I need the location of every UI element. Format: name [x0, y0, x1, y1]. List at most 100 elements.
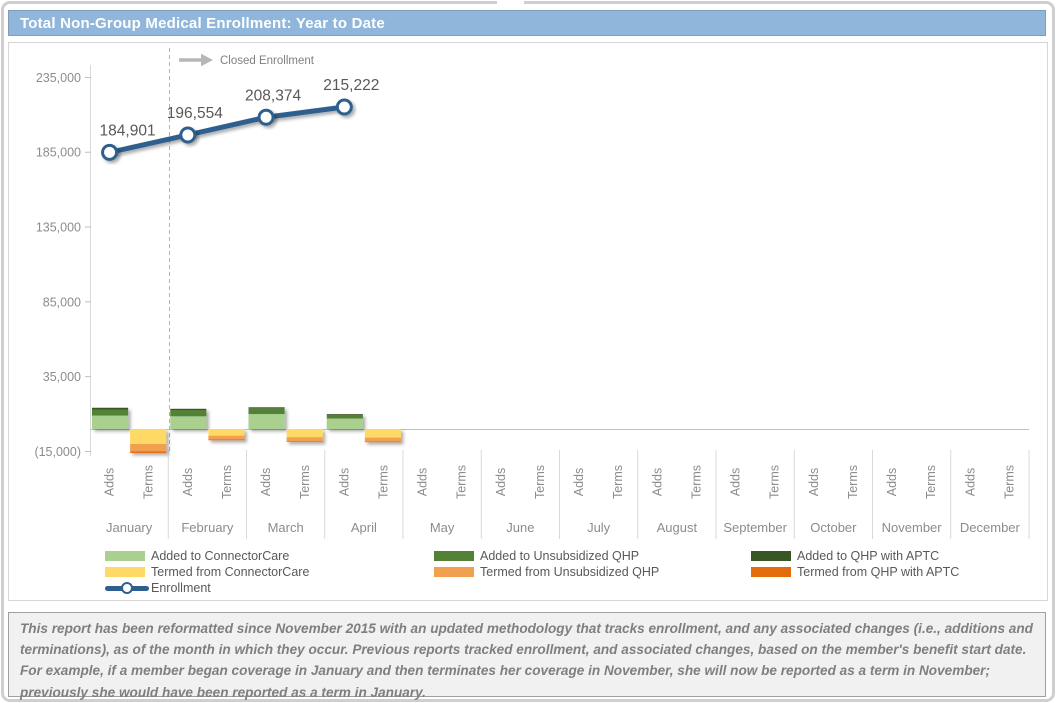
column-label-adds-september: Adds [729, 468, 743, 497]
month-label-november: November [882, 520, 943, 535]
enrollment-value-label: 184,901 [100, 122, 156, 139]
bar-termed-from-unsubsidized-qhp-march [287, 437, 323, 441]
column-label-adds-april: Adds [337, 468, 351, 497]
enrollment-point-february [181, 128, 195, 142]
bar-termed-from-qhp-with-aptc-march [287, 441, 323, 442]
bar-termed-from-qhp-with-aptc-april [365, 442, 401, 443]
column-label-terms-may: Terms [455, 465, 469, 499]
legend-label: Added to Unsubsidized QHP [480, 549, 639, 563]
column-label-terms-april: Terms [376, 465, 390, 499]
bar-termed-from-unsubsidized-qhp-april [365, 438, 401, 442]
footnote-box: This report has been reformatted since N… [8, 612, 1046, 697]
column-label-terms-october: Terms [846, 465, 860, 499]
enrollment-point-january [103, 145, 117, 159]
bar-termed-from-connectorcare-april [365, 429, 401, 438]
y-axis-label: 135,000 [36, 221, 81, 235]
column-label-adds-october: Adds [807, 468, 821, 497]
y-axis-label: 85,000 [43, 295, 81, 309]
column-label-adds-january: Adds [103, 468, 117, 497]
page-title: Total Non-Group Medical Enrollment: Year… [9, 15, 385, 32]
y-axis-label: 35,000 [43, 370, 81, 384]
legend-swatch-icon [751, 567, 791, 577]
bar-termed-from-unsubsidized-qhp-february [208, 436, 244, 440]
legend-label: Termed from Unsubsidized QHP [480, 565, 659, 579]
bar-added-to-qhp-with-aptc-january [92, 408, 128, 410]
month-label-january: January [106, 520, 153, 535]
bar-termed-from-qhp-with-aptc-january [130, 451, 166, 452]
enrollment-chart-plot: 235,000 185,000 135,000 85,000 35,000 (15,000… [9, 43, 1049, 602]
legend-item-termed-from-qhp-with-aptc: Termed from QHP with APTC [751, 564, 1039, 580]
bar-termed-from-qhp-with-aptc-february [208, 439, 244, 440]
column-label-terms-december: Terms [1002, 465, 1016, 499]
footnote-text: This report has been reformatted since N… [20, 618, 1034, 703]
bar-added-to-qhp-with-aptc-march [249, 407, 285, 408]
page-border-notch [497, 0, 524, 6]
column-label-terms-july: Terms [611, 465, 625, 499]
enrollment-point-march [259, 110, 273, 124]
month-label-august: August [657, 520, 698, 535]
bar-termed-from-unsubsidized-qhp-january [130, 444, 166, 451]
legend-label: Termed from QHP with APTC [797, 565, 959, 579]
closed-enrollment-arrowhead [201, 54, 213, 66]
legend-swatch-icon [751, 551, 791, 561]
legend-swatch-icon [105, 567, 145, 577]
enrollment-value-label: 215,222 [323, 77, 379, 94]
bar-termed-from-connectorcare-february [208, 429, 244, 436]
column-label-adds-december: Adds [963, 468, 977, 497]
bar-added-to-unsubsidized-qhp-april [327, 415, 363, 419]
bar-added-to-unsubsidized-qhp-february [170, 410, 206, 416]
month-label-march: March [268, 520, 304, 535]
column-label-adds-july: Adds [572, 468, 586, 497]
legend-item-enrollment: Enrollment [105, 580, 434, 596]
legend-label: Enrollment [151, 581, 211, 595]
chart-legend: Added to ConnectorCare Added to Unsubsidi… [105, 548, 1039, 596]
enrollment-value-label: 208,374 [245, 87, 301, 104]
legend-swatch-icon [434, 551, 474, 561]
enrollment-value-label: 196,554 [167, 105, 223, 122]
closed-enrollment-label: Closed Enrollment [220, 55, 315, 67]
bar-added-to-unsubsidized-qhp-march [249, 408, 285, 414]
column-label-adds-august: Adds [650, 468, 664, 497]
bar-termed-from-connectorcare-march [287, 429, 323, 437]
legend-swatch-icon [434, 567, 474, 577]
column-label-terms-november: Terms [924, 465, 938, 499]
bars-group [92, 407, 401, 453]
column-label-adds-june: Adds [494, 468, 508, 497]
bar-added-to-connectorcare-april [327, 419, 363, 429]
month-label-july: July [587, 520, 611, 535]
bar-added-to-connectorcare-march [249, 414, 285, 429]
legend-label: Added to ConnectorCare [151, 549, 289, 563]
bar-added-to-qhp-with-aptc-april [327, 414, 363, 415]
column-label-adds-february: Adds [181, 468, 195, 497]
column-label-terms-june: Terms [533, 465, 547, 499]
legend-item-added-to-connectorcare: Added to ConnectorCare [105, 548, 434, 564]
y-axis-label: 235,000 [36, 71, 81, 85]
bar-added-to-unsubsidized-qhp-january [92, 410, 128, 416]
enrollment-chart: 235,000 185,000 135,000 85,000 35,000 (15,000… [8, 42, 1048, 601]
month-label-february: February [181, 520, 234, 535]
y-axis-label: (15,000) [34, 445, 81, 459]
legend-line-marker-icon [105, 583, 149, 593]
column-label-adds-may: Adds [416, 468, 430, 497]
column-label-terms-september: Terms [768, 465, 782, 499]
month-label-june: June [506, 520, 534, 535]
month-label-december: December [960, 520, 1021, 535]
enrollment-point-april [337, 100, 351, 114]
legend-item-termed-from-connectorcare: Termed from ConnectorCare [105, 564, 434, 580]
legend-item-added-to-qhp-with-aptc: Added to QHP with APTC [751, 548, 1039, 564]
column-label-terms-february: Terms [220, 465, 234, 499]
bar-termed-from-connectorcare-january [130, 429, 166, 444]
month-label-september: September [723, 520, 787, 535]
legend-item-termed-from-unsubsidized-qhp: Termed from Unsubsidized QHP [434, 564, 751, 580]
column-label-terms-august: Terms [689, 465, 703, 499]
legend-label: Added to QHP with APTC [797, 549, 939, 563]
column-label-terms-march: Terms [298, 465, 312, 499]
legend-label: Termed from ConnectorCare [151, 565, 309, 579]
month-label-may: May [430, 520, 455, 535]
column-label-adds-november: Adds [885, 468, 899, 497]
y-axis-label: 185,000 [36, 146, 81, 160]
month-label-april: April [351, 520, 377, 535]
bar-added-to-connectorcare-january [92, 416, 128, 429]
legend-swatch-icon [105, 551, 145, 561]
column-label-terms-january: Terms [142, 465, 156, 499]
